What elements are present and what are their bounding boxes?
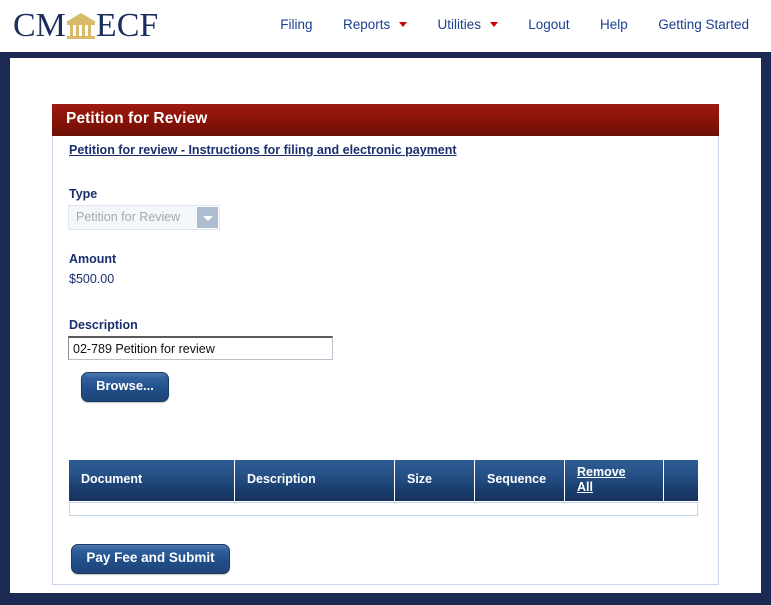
main-navigation: Filing Reports Utilities Logout Help Get… bbox=[280, 16, 749, 34]
column-header-size: Size bbox=[395, 460, 475, 501]
cmecf-logo: CM ECF bbox=[13, 4, 158, 46]
nav-item-filing[interactable]: Filing bbox=[280, 17, 312, 32]
nav-label-logout: Logout bbox=[528, 17, 570, 32]
app-header: CM ECF Filing Reports Utilities Logout H… bbox=[0, 0, 771, 52]
column-header-sequence: Sequence bbox=[475, 460, 565, 501]
nav-label-help: Help bbox=[599, 17, 628, 32]
nav-item-reports[interactable]: Reports bbox=[342, 17, 408, 32]
description-label: Description bbox=[69, 318, 138, 332]
column-header-gutter bbox=[664, 460, 698, 501]
panel-titlebar: Petition for Review bbox=[52, 104, 719, 136]
pay-fee-and-submit-button[interactable]: Pay Fee and Submit bbox=[71, 544, 230, 574]
type-label: Type bbox=[69, 187, 98, 201]
documents-table: Document Description Size Sequence Remov… bbox=[69, 460, 698, 516]
chevron-down-icon[interactable] bbox=[196, 206, 219, 229]
column-header-description: Description bbox=[235, 460, 395, 501]
column-header-document: Document bbox=[69, 460, 235, 501]
remove-all-link[interactable]: Remove All bbox=[577, 465, 626, 495]
chevron-down-icon bbox=[399, 21, 408, 27]
courthouse-icon bbox=[65, 10, 96, 40]
chevron-down-icon bbox=[489, 21, 498, 27]
petition-form-panel: Petition for review - Instructions for f… bbox=[52, 104, 719, 585]
logo-text-cm: CM bbox=[13, 7, 66, 45]
logo-text-ecf: ECF bbox=[95, 7, 159, 45]
nav-label-utilities: Utilities bbox=[437, 17, 481, 32]
type-select-value: Petition for Review bbox=[76, 210, 181, 224]
documents-table-header: Document Description Size Sequence Remov… bbox=[69, 460, 698, 501]
page-title: Petition for Review bbox=[66, 110, 208, 127]
nav-label-getting-started: Getting Started bbox=[658, 17, 749, 32]
amount-label: Amount bbox=[69, 252, 117, 266]
nav-item-getting-started[interactable]: Getting Started bbox=[658, 17, 749, 32]
nav-label-filing: Filing bbox=[280, 17, 313, 32]
column-header-remove-all: Remove All bbox=[565, 460, 664, 501]
browse-button[interactable]: Browse... bbox=[81, 372, 169, 402]
nav-label-reports: Reports bbox=[342, 17, 391, 32]
instructions-link[interactable]: Petition for review - Instructions for f… bbox=[69, 143, 457, 157]
nav-item-utilities[interactable]: Utilities bbox=[437, 17, 498, 32]
documents-table-body bbox=[69, 502, 698, 516]
nav-item-help[interactable]: Help bbox=[600, 17, 628, 32]
type-select[interactable]: Petition for Review bbox=[68, 205, 220, 230]
amount-value: $500.00 bbox=[69, 272, 115, 286]
nav-item-logout[interactable]: Logout bbox=[528, 17, 569, 32]
description-input[interactable] bbox=[68, 336, 333, 360]
